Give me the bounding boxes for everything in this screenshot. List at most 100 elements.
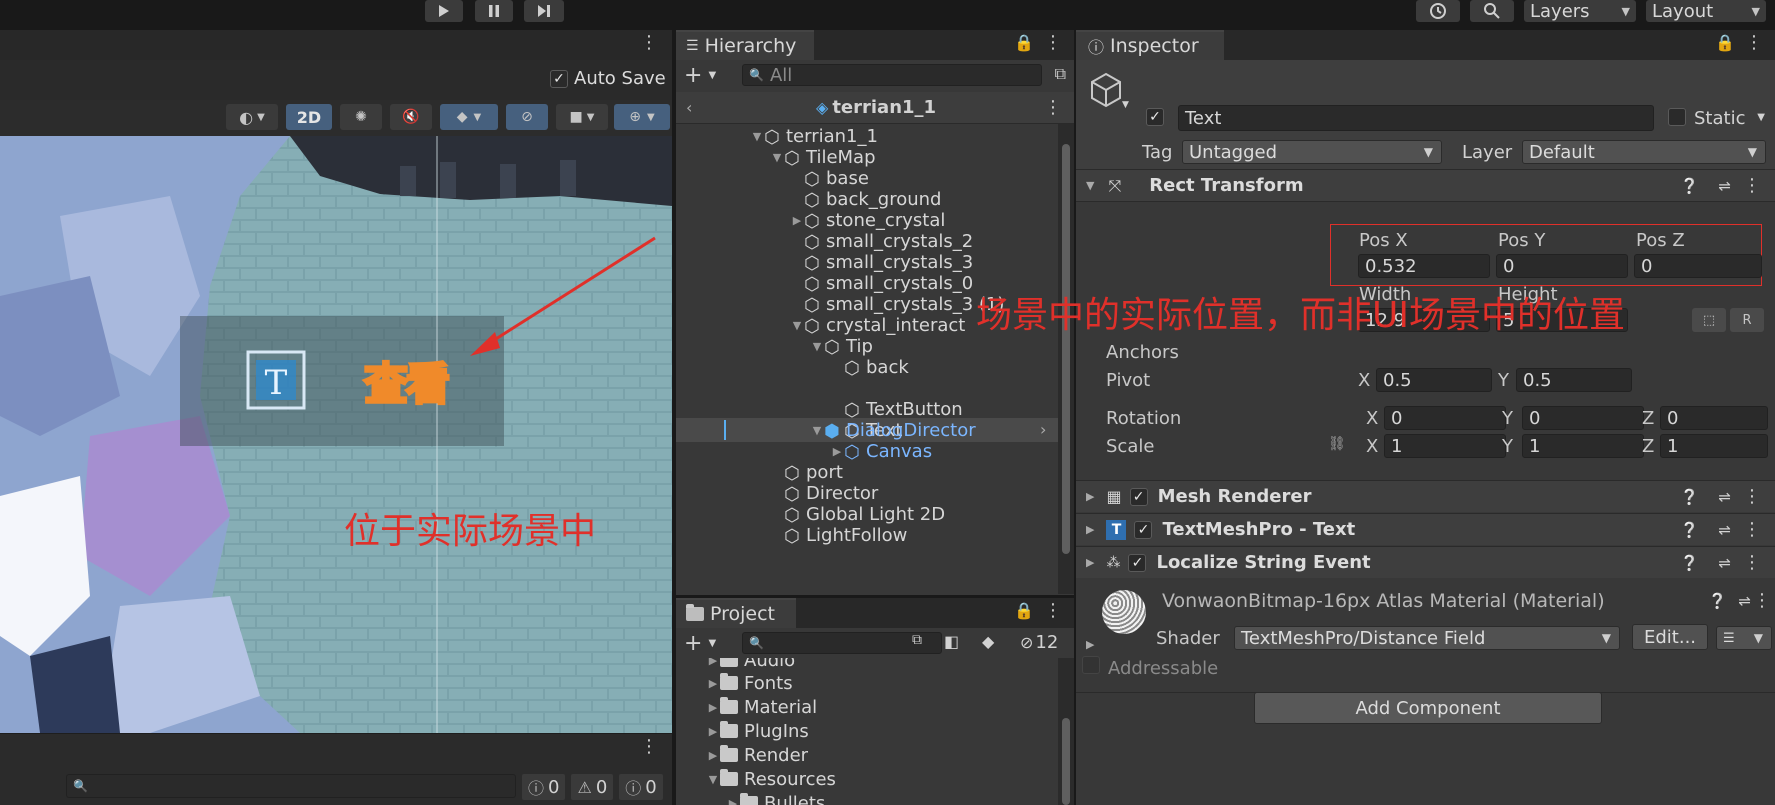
- mode-2d-button[interactable]: 2D: [286, 104, 332, 130]
- help-icon[interactable]: ❔: [1708, 592, 1727, 610]
- back-chevron-icon[interactable]: ‹: [686, 98, 692, 117]
- pause-button[interactable]: [475, 0, 513, 22]
- tree-item-back[interactable]: ⬡ back: [844, 355, 909, 380]
- lock-icon[interactable]: 🔒: [1014, 601, 1034, 620]
- expand-arrow-icon[interactable]: ▶: [706, 676, 720, 690]
- tree-item-canvas[interactable]: ▶ ⬡ Canvas: [830, 439, 932, 464]
- create-button[interactable]: + ▼: [684, 63, 716, 88]
- more-options-icon[interactable]: ⋮: [640, 736, 658, 757]
- shader-options-button[interactable]: ☰ ▼: [1716, 626, 1772, 650]
- rect-transform-header[interactable]: ▼ ⤧ Rect Transform ❔ ⇌ ⋮: [1076, 170, 1775, 202]
- lock-icon[interactable]: 🔒: [1014, 33, 1034, 52]
- add-component-button[interactable]: Add Component: [1254, 692, 1602, 724]
- scrollbar-thumb[interactable]: [1062, 144, 1070, 554]
- addressable-checkbox[interactable]: [1082, 656, 1100, 674]
- expand-arrow-icon[interactable]: ▼: [750, 129, 764, 143]
- constrain-proportions-icon[interactable]: ⛓: [1328, 436, 1346, 452]
- folder-bullets[interactable]: ▶ Bullets: [726, 792, 825, 805]
- chevron-right-icon[interactable]: ›: [1040, 420, 1046, 439]
- tag-dropdown[interactable]: Untagged ▼: [1182, 140, 1442, 164]
- active-checkbox[interactable]: ✓: [1146, 108, 1164, 126]
- hidden-packages-toggle[interactable]: ⊘ 12: [1020, 632, 1058, 653]
- rot-x-input[interactable]: 0: [1384, 406, 1506, 430]
- more-options-icon[interactable]: ⋮: [1044, 97, 1062, 118]
- hierarchy-scrollbar[interactable]: [1058, 124, 1074, 594]
- play-button[interactable]: [425, 0, 463, 22]
- presets-icon[interactable]: ⇌: [1718, 521, 1731, 539]
- folder-fonts[interactable]: ▶ Fonts: [706, 672, 793, 694]
- presets-icon[interactable]: ⇌: [1718, 554, 1731, 572]
- localize-enabled-checkbox[interactable]: ✓: [1128, 553, 1147, 572]
- filter-by-type-icon[interactable]: ◧: [944, 632, 959, 651]
- expand-arrow-icon[interactable]: ▼: [790, 318, 804, 332]
- chevron-down-icon[interactable]: ▼: [1757, 112, 1765, 123]
- layout-dropdown[interactable]: Layout ▼: [1646, 0, 1766, 22]
- camera-button[interactable]: ■ ▼: [556, 104, 608, 130]
- help-icon[interactable]: ❔: [1680, 177, 1699, 195]
- lock-icon[interactable]: 🔒: [1715, 33, 1735, 52]
- mesh-renderer-enabled-checkbox[interactable]: ✓: [1129, 487, 1148, 506]
- scale-x-input[interactable]: 1: [1384, 434, 1506, 458]
- posx-input[interactable]: 0.532: [1358, 254, 1490, 278]
- fold-arrow-icon[interactable]: ▼: [1086, 179, 1094, 192]
- textmeshpro-enabled-checkbox[interactable]: ✓: [1134, 520, 1153, 539]
- scene-filter-icon[interactable]: ⧉: [1055, 64, 1066, 84]
- hierarchy-search-input[interactable]: 🔍 All: [742, 64, 1042, 86]
- filter-by-type-icon[interactable]: ⧉: [912, 632, 922, 648]
- expand-arrow-icon[interactable]: ▶: [790, 213, 804, 227]
- more-options-icon[interactable]: ⋮: [1745, 32, 1763, 53]
- search-button[interactable]: [1470, 0, 1514, 22]
- create-button[interactable]: + ▼: [684, 631, 716, 656]
- presets-icon[interactable]: ⇌: [1718, 488, 1731, 506]
- shader-dropdown[interactable]: TextMeshPro/Distance Field ▼: [1234, 626, 1620, 650]
- scene-viewport[interactable]: T 查看 位于实际场景中: [0, 136, 672, 733]
- audio-button[interactable]: 🔇: [390, 104, 432, 130]
- localize-string-event-header[interactable]: ▶ ⁂ ✓ Localize String Event ❔ ⇌ ⋮: [1076, 546, 1775, 578]
- folder-material[interactable]: ▶ Material: [706, 696, 817, 718]
- rot-z-input[interactable]: 0: [1660, 406, 1768, 430]
- visibility-button[interactable]: ⊘: [506, 104, 548, 130]
- scrollbar-thumb[interactable]: [1062, 718, 1070, 805]
- step-button[interactable]: [524, 0, 564, 22]
- gizmos-button[interactable]: ⊕ ▼: [614, 104, 670, 130]
- folder-plugins[interactable]: ▶ PlugIns: [706, 720, 809, 742]
- layers-dropdown[interactable]: Layers ▼: [1524, 0, 1636, 22]
- more-options-icon[interactable]: ⋮: [1044, 32, 1062, 53]
- chevron-down-icon[interactable]: ▼: [1122, 100, 1129, 110]
- help-icon[interactable]: ❔: [1680, 554, 1699, 572]
- more-options-icon[interactable]: ⋮: [1044, 600, 1062, 621]
- auto-save-toggle[interactable]: ✓ Auto Save: [550, 68, 666, 89]
- edit-shader-button[interactable]: Edit...: [1632, 624, 1708, 650]
- static-checkbox[interactable]: [1668, 108, 1686, 126]
- expand-arrow-icon[interactable]: ▼: [770, 150, 784, 164]
- scale-y-input[interactable]: 1: [1522, 434, 1644, 458]
- expand-arrow-icon[interactable]: ▶: [706, 724, 720, 738]
- draw-mode-button[interactable]: ◐ ▼: [226, 104, 278, 130]
- expand-arrow-icon[interactable]: ▼: [706, 772, 720, 786]
- rot-y-input[interactable]: 0: [1522, 406, 1644, 430]
- more-options-icon[interactable]: ⋮: [640, 32, 658, 53]
- expand-arrow-icon[interactable]: ▶: [706, 748, 720, 762]
- help-icon[interactable]: ❔: [1680, 521, 1699, 539]
- warning-count[interactable]: ⚠ 0: [571, 774, 614, 800]
- posy-input[interactable]: 0: [1496, 254, 1628, 278]
- more-options-icon[interactable]: ⋮: [1743, 552, 1761, 573]
- fold-arrow-icon[interactable]: ▶: [1086, 523, 1094, 536]
- folder-audio[interactable]: ▶ Audio: [706, 658, 795, 671]
- mesh-renderer-header[interactable]: ▶ ▦ ✓ Mesh Renderer ❔ ⇌ ⋮: [1076, 480, 1775, 512]
- console-search-input[interactable]: 🔍: [66, 774, 516, 798]
- project-scrollbar[interactable]: [1058, 658, 1074, 805]
- layer-dropdown[interactable]: Default ▼: [1522, 140, 1766, 164]
- fold-arrow-icon[interactable]: ▶: [1086, 556, 1094, 569]
- expand-arrow-icon[interactable]: ▶: [706, 658, 720, 667]
- error-count[interactable]: ⓘ 0: [619, 774, 663, 800]
- tab-hierarchy[interactable]: ☰ Hierarchy: [676, 30, 814, 60]
- more-options-icon[interactable]: ⋮: [1743, 519, 1761, 540]
- fold-arrow-icon[interactable]: ▶: [1086, 638, 1094, 651]
- pivot-y-input[interactable]: 0.5: [1516, 368, 1632, 392]
- more-options-icon[interactable]: ⋮: [1753, 590, 1771, 611]
- fold-arrow-icon[interactable]: ▶: [1086, 490, 1094, 503]
- effects-button[interactable]: ◆ ▼: [440, 104, 498, 130]
- tab-project[interactable]: Project: [676, 598, 796, 628]
- presets-icon[interactable]: ⇌: [1718, 177, 1731, 195]
